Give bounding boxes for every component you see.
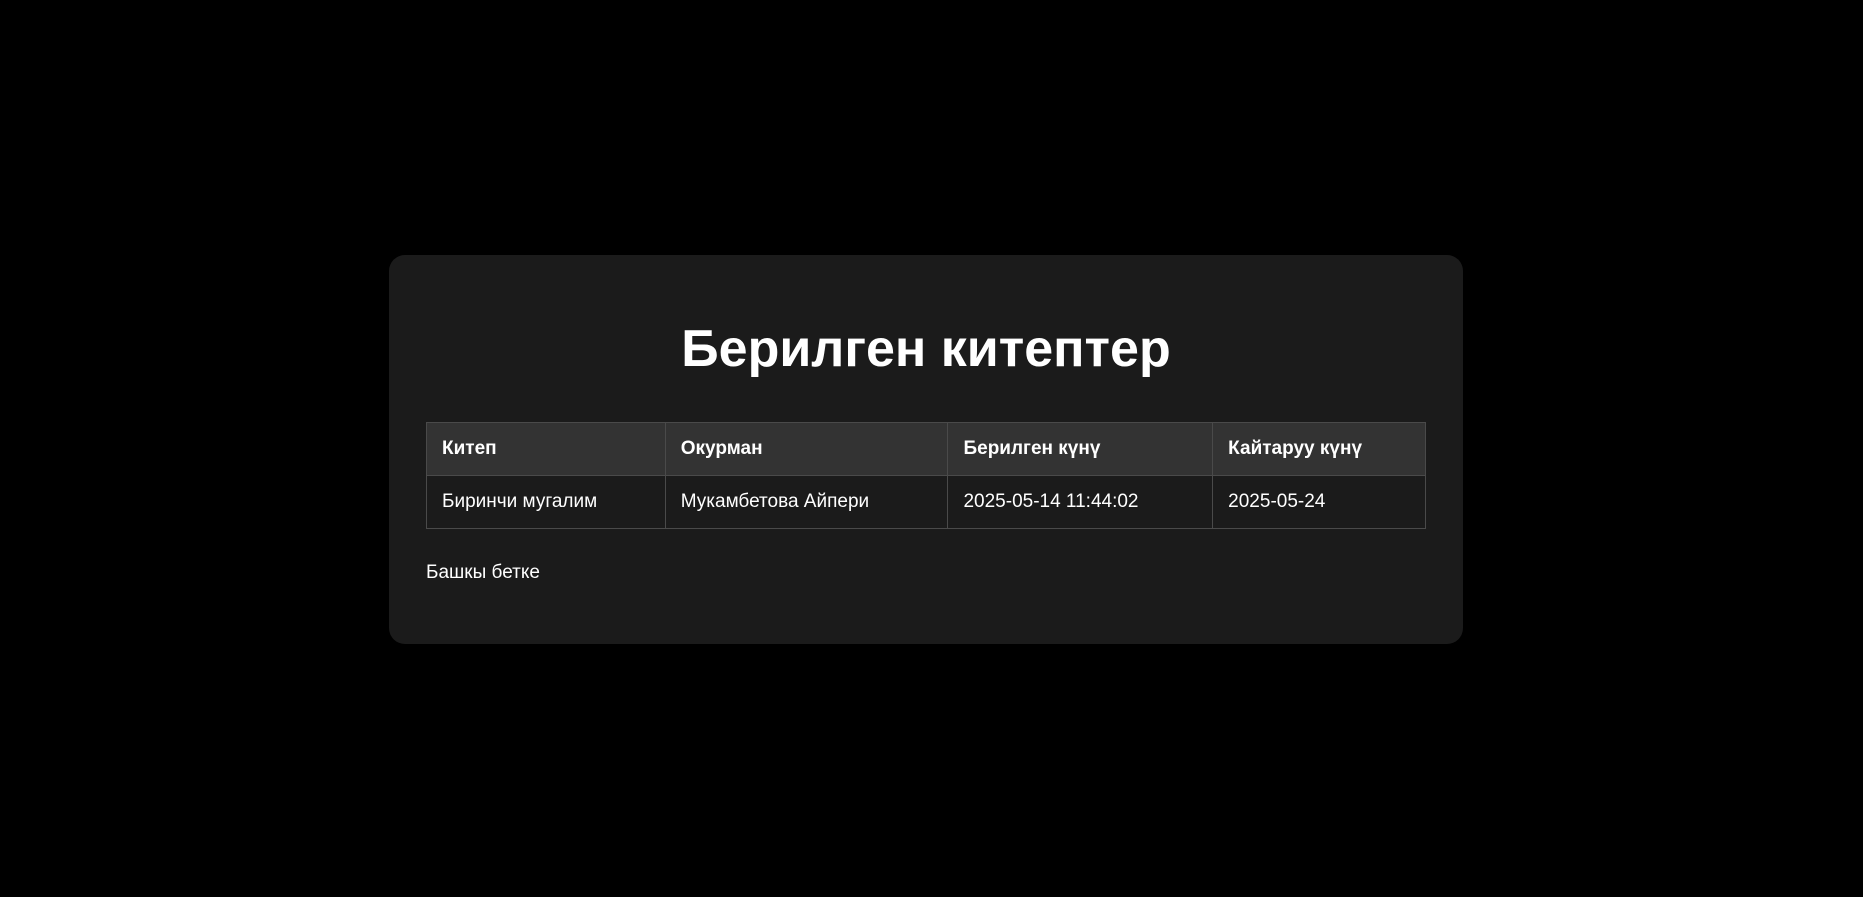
cell-book: Биринчи мугалим (426, 475, 666, 529)
issued-books-card: Берилген китептер Китеп Окурман Берилген… (389, 255, 1463, 644)
cell-return-date: 2025-05-24 (1212, 475, 1426, 529)
home-link[interactable]: Башкы бетке (426, 562, 540, 584)
cell-issue-date: 2025-05-14 11:44:02 (947, 475, 1214, 529)
column-header-reader: Окурман (664, 422, 949, 476)
column-header-book: Китеп (426, 422, 666, 476)
page-title: Берилген китептер (681, 320, 1171, 378)
cell-reader: Мукамбетова Айпери (664, 475, 949, 529)
table-row: Биринчи мугалим Мукамбетова Айпери 2025-… (426, 475, 1426, 529)
column-header-return-date: Кайтаруу күнү (1212, 422, 1426, 476)
column-header-issue-date: Берилген күнү (947, 422, 1214, 476)
issued-books-table: Китеп Окурман Берилген күнү Кайтаруу күн… (426, 422, 1426, 529)
table-header-row: Китеп Окурман Берилген күнү Кайтаруу күн… (426, 422, 1426, 476)
